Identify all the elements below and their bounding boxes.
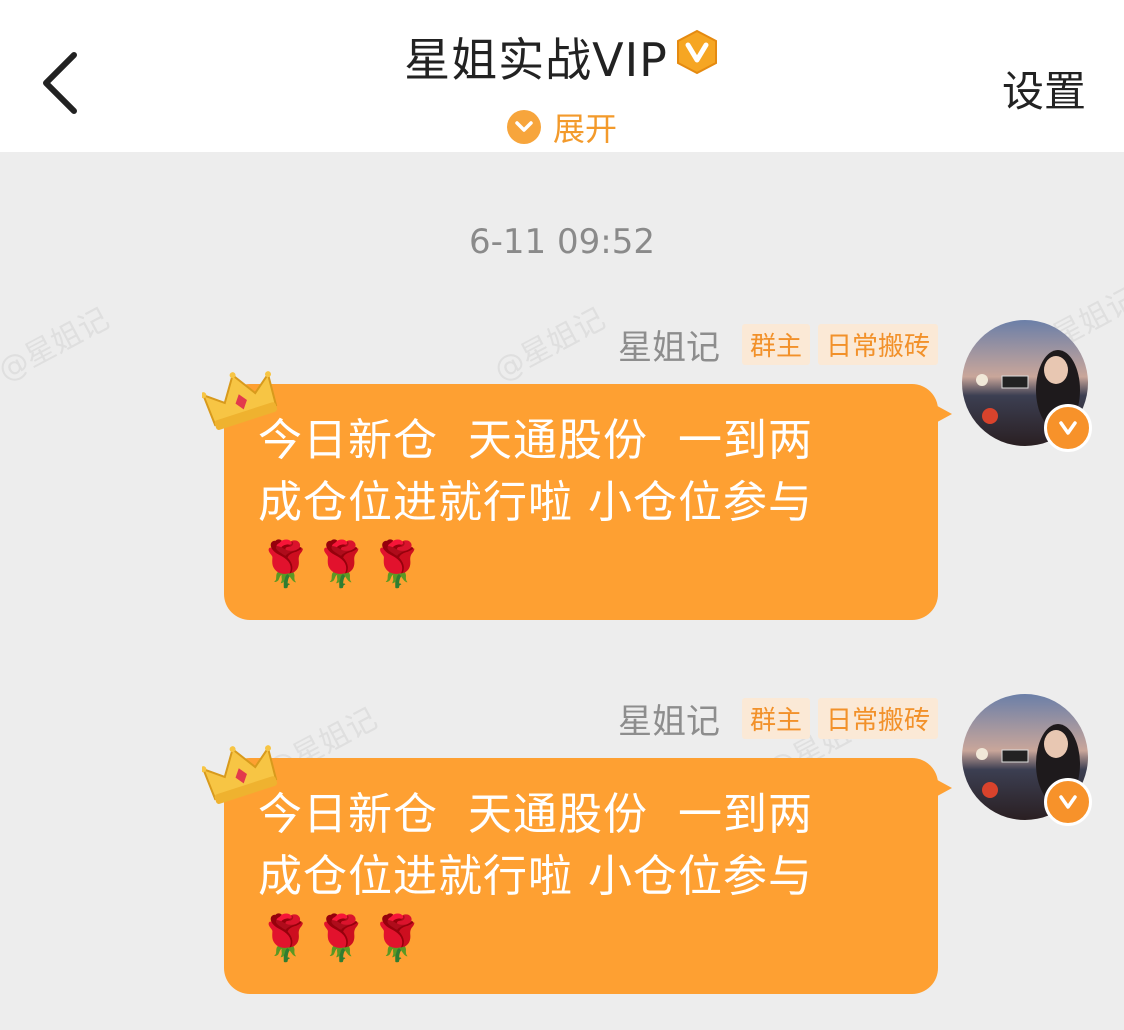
role-badge-owner: 群主 — [741, 697, 810, 739]
vip-badge-icon — [676, 29, 717, 75]
title-badge: 日常搬砖 — [817, 323, 938, 365]
crown-icon — [202, 371, 278, 430]
message-meta: 星姐记 群主 日常搬砖 — [618, 323, 938, 368]
watermark: @星姐记 — [488, 301, 611, 389]
crown-icon — [202, 745, 278, 804]
chevron-down-icon — [506, 110, 541, 144]
expand-button[interactable]: 展开 — [0, 104, 1124, 150]
message-text: 今日新仓 天通股份 一到两 成仓位进就行啦 小仓位参与 🌹🌹🌹 — [258, 415, 813, 590]
message-timestamp: 6-11 09:52 — [469, 222, 655, 262]
chat-header: 星姐实战VIP 展开 设置 — [0, 0, 1124, 152]
message-bubble[interactable]: 今日新仓 天通股份 一到两 成仓位进就行啦 小仓位参与 🌹🌹🌹 — [224, 758, 938, 994]
watermark: @星姐记 — [0, 301, 115, 389]
sender-name[interactable]: 星姐记 — [618, 694, 720, 743]
verified-v-icon — [1044, 404, 1092, 452]
title-row: 星姐实战VIP — [0, 24, 1124, 90]
role-badge-owner: 群主 — [741, 323, 810, 365]
verified-v-icon — [1044, 778, 1092, 826]
message-text: 今日新仓 天通股份 一到两 成仓位进就行啦 小仓位参与 🌹🌹🌹 — [258, 789, 813, 964]
message-meta: 星姐记 群主 日常搬砖 — [618, 697, 938, 742]
sender-name[interactable]: 星姐记 — [618, 320, 720, 369]
title-badge: 日常搬砖 — [817, 697, 938, 739]
bubble-tail — [930, 402, 952, 426]
message-bubble[interactable]: 今日新仓 天通股份 一到两 成仓位进就行啦 小仓位参与 🌹🌹🌹 — [224, 384, 938, 620]
settings-button[interactable]: 设置 — [1002, 58, 1086, 119]
expand-label: 展开 — [552, 110, 617, 148]
group-title: 星姐实战VIP — [404, 33, 668, 87]
bubble-tail — [930, 776, 952, 800]
